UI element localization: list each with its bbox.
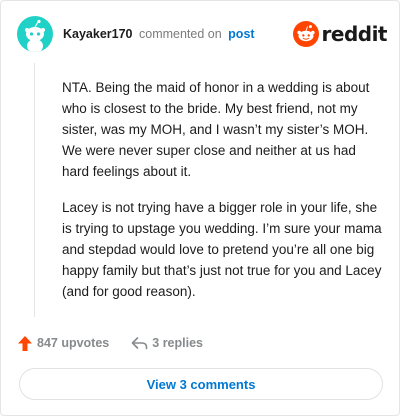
upvote-arrow-icon xyxy=(18,335,32,351)
reddit-wordmark: reddit xyxy=(321,22,388,46)
comment-actions: 847 upvotes 3 replies xyxy=(17,333,203,353)
reply-count: 3 replies xyxy=(152,336,203,350)
view-comments-button[interactable]: View 3 comments xyxy=(19,368,383,400)
username-link[interactable]: Kayaker170 xyxy=(63,27,133,41)
upvote-button[interactable]: 847 upvotes xyxy=(17,335,109,352)
replies-button[interactable]: 3 replies xyxy=(131,336,203,350)
upvote-count: 847 upvotes xyxy=(37,336,110,350)
post-link[interactable]: post xyxy=(228,27,254,41)
comment-meta: Kayaker170 commented on post xyxy=(63,26,255,42)
comment-card: Kayaker170 commented on post reddit NTA.… xyxy=(0,0,400,416)
thread-line[interactable] xyxy=(34,63,35,317)
snoo-avatar-icon xyxy=(25,19,45,52)
reddit-snoo-icon xyxy=(292,21,319,47)
comment-paragraph: Lacey is not trying have a bigger role i… xyxy=(62,200,382,299)
reply-arrow-icon xyxy=(131,337,148,350)
commented-on-text: commented on xyxy=(139,27,222,41)
comment-paragraph: NTA. Being the maid of honor in a weddin… xyxy=(62,80,370,179)
avatar[interactable] xyxy=(17,16,53,52)
reddit-brand[interactable]: reddit xyxy=(292,20,388,48)
comment-header: Kayaker170 commented on post reddit xyxy=(17,16,388,52)
comment-body: NTA. Being the maid of honor in a weddin… xyxy=(62,77,382,317)
